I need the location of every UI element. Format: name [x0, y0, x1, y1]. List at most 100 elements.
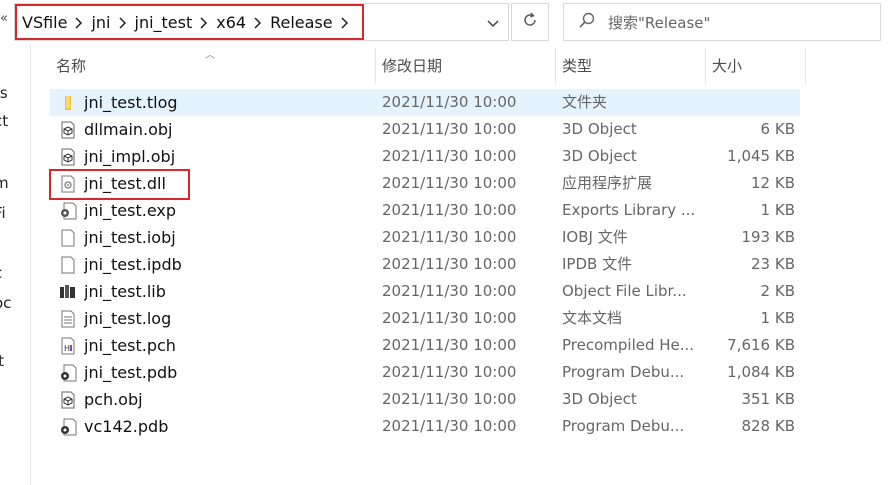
- file-type: 文件夹: [562, 93, 608, 111]
- chevron-right-icon[interactable]: [192, 13, 216, 32]
- file-row[interactable]: jni_impl.obj 2021/11/30 10:00 3D Object 1,0…: [50, 143, 800, 170]
- file-row[interactable]: jni_test.pdb 2021/11/30 10:00 Program Debu…: [50, 359, 800, 386]
- file-date: 2021/11/30 10:00: [382, 174, 517, 192]
- file-name: vc142.pdb: [84, 417, 169, 436]
- file-size: 7,616 KB: [727, 336, 795, 354]
- search-box[interactable]: 搜索"Release": [563, 3, 881, 41]
- file-list: jni_test.tlog 2021/11/30 10:00 文件夹 dllmain.…: [50, 89, 810, 440]
- breadcrumb-item-jni[interactable]: jni: [91, 13, 110, 32]
- chevron-right-icon[interactable]: [67, 13, 91, 32]
- file-name: jni_test.exp: [84, 201, 177, 220]
- nav-fragment[interactable]: ct: [0, 112, 8, 130]
- breadcrumb-item-jni-test[interactable]: jni_test: [135, 13, 193, 32]
- 3d-object-icon: [59, 121, 77, 139]
- nav-fragment[interactable]: it: [0, 352, 4, 370]
- file-date: 2021/11/30 10:00: [382, 120, 517, 138]
- breadcrumb-item-release[interactable]: Release: [270, 13, 333, 32]
- file-size: 1,084 KB: [727, 363, 795, 381]
- file-size: 6 KB: [760, 120, 795, 138]
- address-bar[interactable]: VSfile jni jni_test x64 Release: [14, 3, 509, 41]
- gear-file-icon: [59, 202, 77, 220]
- nav-fragment[interactable]: m: [0, 174, 9, 192]
- chevron-right-icon[interactable]: [111, 13, 135, 32]
- file-row[interactable]: jni_test.tlog 2021/11/30 10:00 文件夹: [50, 89, 800, 116]
- column-size[interactable]: 大小: [706, 48, 806, 84]
- file-row[interactable]: jni_test.log 2021/11/30 10:00 文本文档 1 KB: [50, 305, 800, 332]
- file-date: 2021/11/30 10:00: [382, 390, 517, 408]
- file-type: 3D Object: [562, 390, 637, 408]
- chevron-down-icon[interactable]: [483, 13, 503, 33]
- file-size: 1 KB: [760, 309, 795, 327]
- file-size: 1 KB: [760, 201, 795, 219]
- blank-file-icon: [59, 229, 77, 247]
- file-type: IPDB 文件: [562, 255, 633, 273]
- file-date: 2021/11/30 10:00: [382, 147, 517, 165]
- file-name: jni_test.dll: [84, 174, 166, 193]
- pdb-file-icon: [59, 364, 77, 382]
- file-row[interactable]: jni_test.iobj 2021/11/30 10:00 IOBJ 文件 193 …: [50, 224, 800, 251]
- file-row[interactable]: jni_test.dll 2021/11/30 10:00 应用程序扩展 12 KB: [50, 170, 800, 197]
- pdb-file-icon: [59, 418, 77, 436]
- file-date: 2021/11/30 10:00: [382, 363, 517, 381]
- file-size: 2 KB: [760, 282, 795, 300]
- file-name: jni_test.ipdb: [84, 255, 182, 274]
- file-date: 2021/11/30 10:00: [382, 309, 517, 327]
- file-row[interactable]: jni_test.exp 2021/11/30 10:00 Exports Libr…: [50, 197, 800, 224]
- chevron-right-icon[interactable]: [333, 13, 357, 32]
- chevron-right-icon[interactable]: [246, 13, 270, 32]
- file-type: Precompiled He...: [562, 336, 695, 354]
- svg-text:H: H: [64, 344, 70, 353]
- file-name: jni_test.pch: [84, 336, 176, 355]
- file-name: jni_test.iobj: [84, 228, 176, 247]
- 3d-object-icon: [59, 391, 77, 409]
- file-type: 3D Object: [562, 147, 637, 165]
- folder-icon: [59, 94, 77, 112]
- file-date: 2021/11/30 10:00: [382, 93, 517, 111]
- nav-fragment[interactable]: c: [0, 264, 2, 282]
- file-date: 2021/11/30 10:00: [382, 228, 517, 246]
- file-date: 2021/11/30 10:00: [382, 336, 517, 354]
- search-input[interactable]: 搜索"Release": [608, 12, 710, 33]
- blank-file-icon: [59, 256, 77, 274]
- navigation-pane[interactable]: ts ct m Fi c oc it: [0, 44, 31, 485]
- file-type: Program Debu...: [562, 363, 685, 381]
- file-date: 2021/11/30 10:00: [382, 417, 517, 435]
- file-date: 2021/11/30 10:00: [382, 282, 517, 300]
- header-file-icon: H: [59, 337, 77, 355]
- file-name: jni_test.tlog: [84, 93, 178, 112]
- file-type: Exports Library ...: [562, 201, 696, 219]
- file-size: 351 KB: [741, 390, 795, 408]
- file-size: 1,045 KB: [727, 147, 795, 165]
- column-date[interactable]: 修改日期: [376, 48, 556, 84]
- file-row[interactable]: pch.obj 2021/11/30 10:00 3D Object 351 KB: [50, 386, 800, 413]
- file-type: IOBJ 文件: [562, 228, 628, 246]
- file-row[interactable]: vc142.pdb 2021/11/30 10:00 Program Debu...…: [50, 413, 800, 440]
- file-row[interactable]: dllmain.obj 2021/11/30 10:00 3D Object 6 KB: [50, 116, 800, 143]
- file-row[interactable]: jni_test.lib 2021/11/30 10:00 Object File …: [50, 278, 800, 305]
- file-name: jni_test.log: [84, 309, 172, 328]
- file-type: 3D Object: [562, 120, 637, 138]
- file-size: 12 KB: [751, 174, 795, 192]
- breadcrumb-item-vsfile[interactable]: VSfile: [22, 13, 67, 32]
- file-row[interactable]: jni_test.ipdb 2021/11/30 10:00 IPDB 文件 23 K…: [50, 251, 800, 278]
- column-name[interactable]: 名称: [50, 48, 376, 84]
- file-size: 828 KB: [741, 417, 795, 435]
- address-toolbar: « VSfile jni jni_test x64 Release 搜索"Rel…: [0, 0, 891, 44]
- dll-icon: [59, 175, 77, 193]
- nav-fragment[interactable]: Fi: [0, 204, 6, 222]
- nav-fragment[interactable]: oc: [0, 294, 11, 312]
- column-type[interactable]: 类型: [556, 48, 706, 84]
- file-row[interactable]: Hjni_test.pch 2021/11/30 10:00 Precompiled…: [50, 332, 800, 359]
- text-file-icon: [59, 310, 77, 328]
- breadcrumb-item-x64[interactable]: x64: [216, 13, 246, 32]
- file-date: 2021/11/30 10:00: [382, 201, 517, 219]
- breadcrumb: VSfile jni jni_test x64 Release: [15, 4, 364, 40]
- file-name: jni_impl.obj: [84, 147, 176, 166]
- breadcrumb-overflow-icon[interactable]: «: [0, 11, 8, 26]
- refresh-button[interactable]: [511, 3, 549, 41]
- file-name: pch.obj: [84, 390, 143, 409]
- file-type: 应用程序扩展: [562, 174, 653, 192]
- file-type: Object File Libr...: [562, 282, 687, 300]
- file-date: 2021/11/30 10:00: [382, 255, 517, 273]
- nav-fragment[interactable]: ts: [0, 84, 8, 102]
